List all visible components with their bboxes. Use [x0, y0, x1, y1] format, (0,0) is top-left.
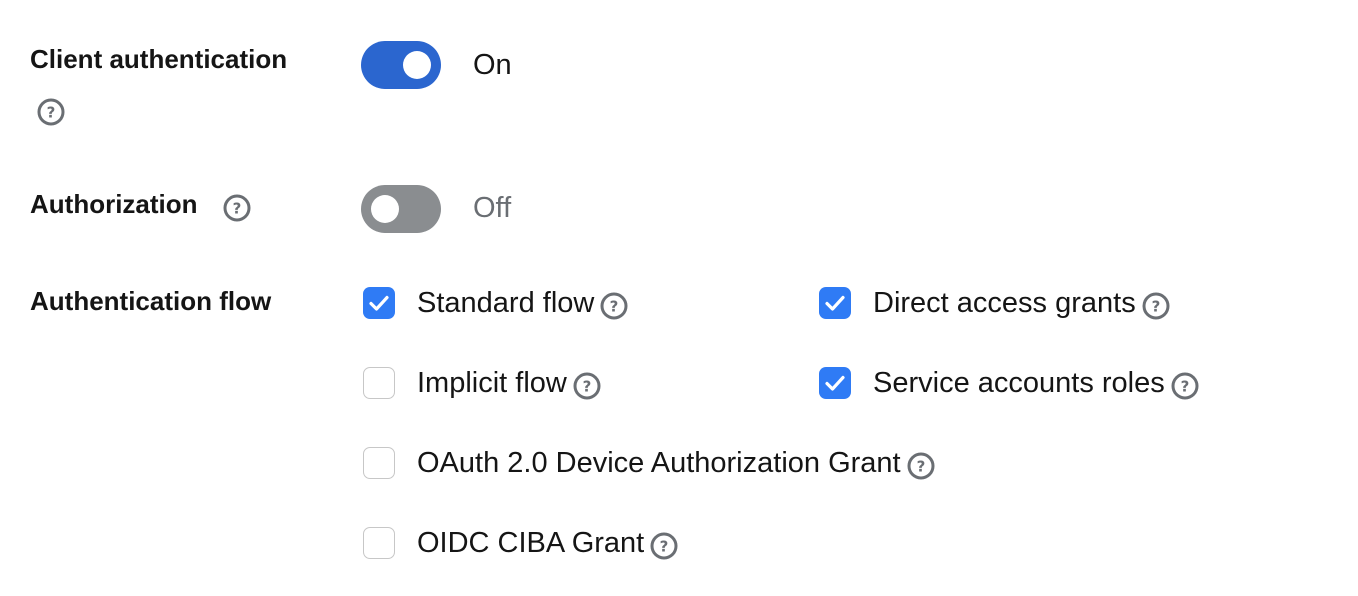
implicit-flow-checkbox[interactable] [363, 367, 395, 399]
oauth-device-authorization-grant-label: OAuth 2.0 Device Authorization Grant [417, 446, 901, 479]
direct-access-grants-option[interactable]: Direct access grants ? [819, 285, 1170, 321]
implicit-flow-label: Implicit flow [417, 366, 567, 399]
authorization-help-icon[interactable]: ? [223, 194, 251, 222]
implicit-flow-help-icon[interactable]: ? [573, 372, 601, 400]
standard-flow-option[interactable]: Standard flow ? [363, 285, 628, 321]
oauth-device-authorization-grant-option[interactable]: OAuth 2.0 Device Authorization Grant ? [363, 445, 935, 481]
svg-text:?: ? [47, 104, 56, 122]
client-authentication-help-icon[interactable]: ? [37, 98, 65, 126]
svg-text:?: ? [660, 538, 669, 556]
switch-knob [371, 195, 399, 223]
client-authentication-switch[interactable] [361, 41, 441, 89]
oidc-ciba-grant-checkbox[interactable] [363, 527, 395, 559]
implicit-flow-option[interactable]: Implicit flow ? [363, 365, 601, 401]
authorization-label: Authorization [30, 189, 198, 219]
svg-text:?: ? [610, 298, 619, 316]
direct-access-grants-label: Direct access grants [873, 286, 1136, 319]
svg-text:?: ? [583, 378, 592, 396]
switch-knob [403, 51, 431, 79]
checkmark-icon [825, 375, 845, 391]
oidc-ciba-grant-option[interactable]: OIDC CIBA Grant ? [363, 525, 678, 561]
direct-access-grants-checkbox[interactable] [819, 287, 851, 319]
svg-text:?: ? [916, 458, 925, 476]
oidc-ciba-grant-label: OIDC CIBA Grant [417, 526, 645, 559]
checkmark-icon [825, 295, 845, 311]
authorization-state-text: Off [473, 192, 512, 224]
authentication-flow-label: Authentication flow [30, 286, 272, 316]
client-authentication-label: Client authentication [30, 44, 288, 74]
service-accounts-roles-checkbox[interactable] [819, 367, 851, 399]
standard-flow-help-icon[interactable]: ? [600, 292, 628, 320]
standard-flow-checkbox[interactable] [363, 287, 395, 319]
authorization-switch[interactable] [361, 185, 441, 233]
service-accounts-roles-label: Service accounts roles [873, 366, 1165, 399]
direct-access-grants-help-icon[interactable]: ? [1142, 292, 1170, 320]
service-accounts-roles-help-icon[interactable]: ? [1171, 372, 1199, 400]
checkmark-icon [369, 295, 389, 311]
svg-text:?: ? [233, 200, 242, 218]
client-authentication-state-text: On [473, 49, 512, 81]
oidc-ciba-grant-help-icon[interactable]: ? [650, 532, 678, 560]
standard-flow-label: Standard flow [417, 286, 595, 319]
service-accounts-roles-option[interactable]: Service accounts roles ? [819, 365, 1199, 401]
svg-text:?: ? [1180, 378, 1189, 396]
oauth-device-authorization-grant-help-icon[interactable]: ? [907, 452, 935, 480]
oauth-device-authorization-grant-checkbox[interactable] [363, 447, 395, 479]
svg-text:?: ? [1151, 298, 1160, 316]
